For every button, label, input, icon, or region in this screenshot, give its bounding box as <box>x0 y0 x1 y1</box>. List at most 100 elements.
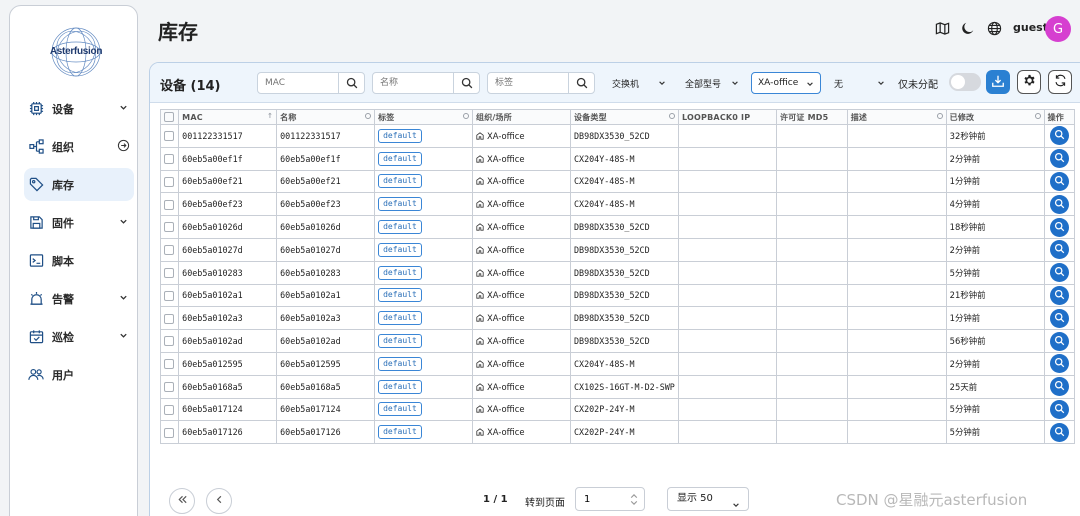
row-checkbox[interactable] <box>164 245 174 256</box>
view-details-button[interactable] <box>1049 331 1069 351</box>
tag-badge[interactable]: default <box>378 425 422 440</box>
row-checkbox[interactable] <box>164 313 174 324</box>
view-details-button[interactable] <box>1049 126 1069 146</box>
sidebar-item-inspection[interactable]: 巡检 <box>24 320 134 353</box>
column-header-tag[interactable]: 标签 <box>374 109 474 125</box>
view-details-button[interactable] <box>1049 171 1069 191</box>
venue-name[interactable]: XA-office <box>487 222 524 232</box>
model-select[interactable]: 全部型号 <box>679 72 745 94</box>
venue-name[interactable]: XA-office <box>487 404 524 414</box>
tag-badge[interactable]: default <box>378 197 422 212</box>
venue-name[interactable]: XA-office <box>487 176 524 186</box>
view-details-button[interactable] <box>1049 194 1069 214</box>
column-header-mac[interactable]: MAC ↑ <box>178 109 278 125</box>
venue-name[interactable]: XA-office <box>487 245 524 255</box>
row-checkbox[interactable] <box>164 267 174 278</box>
table-row[interactable]: 60eb5a00ef21 60eb5a00ef21 default XA-office… <box>159 169 1076 194</box>
row-checkbox[interactable] <box>164 290 174 301</box>
view-details-button[interactable] <box>1049 285 1069 305</box>
moon-icon[interactable] <box>960 20 976 36</box>
column-header-type[interactable]: 设备类型 <box>569 109 680 125</box>
tag-search-input[interactable] <box>488 73 568 93</box>
sort-icon[interactable] <box>669 113 676 119</box>
tag-badge[interactable]: default <box>378 242 422 257</box>
venue-name[interactable]: XA-office <box>487 313 524 323</box>
tag-badge[interactable]: default <box>378 128 422 143</box>
sort-icon[interactable] <box>365 113 372 119</box>
view-details-button[interactable] <box>1049 354 1069 374</box>
table-row[interactable]: 60eb5a010283 60eb5a010283 default XA-office… <box>159 260 1076 285</box>
asterfusion-logo[interactable]: Asterfusion <box>48 24 104 80</box>
view-details-button[interactable] <box>1049 399 1069 419</box>
search-icon[interactable] <box>338 73 364 93</box>
tag-badge[interactable]: default <box>378 265 422 280</box>
sort-icon[interactable] <box>936 113 943 119</box>
tag-badge[interactable]: default <box>378 151 422 166</box>
tag-badge[interactable]: default <box>378 334 422 349</box>
table-row[interactable]: 60eb5a00ef1f 60eb5a00ef1f default XA-office… <box>159 146 1076 171</box>
stepper-icon[interactable] <box>630 492 638 510</box>
row-checkbox[interactable] <box>164 336 174 347</box>
tag-badge[interactable]: default <box>378 220 422 235</box>
venue-name[interactable]: XA-office <box>487 336 524 346</box>
table-row[interactable]: 60eb5a017124 60eb5a017124 default XA-office… <box>159 397 1076 422</box>
column-header-name[interactable]: 名称 <box>276 109 376 125</box>
column-header-description[interactable]: 描述 <box>846 109 947 125</box>
settings-button[interactable] <box>1017 70 1041 94</box>
map-icon[interactable] <box>934 20 950 36</box>
column-header-license[interactable]: 许可证 MD5 <box>776 109 848 125</box>
view-details-button[interactable] <box>1049 422 1069 442</box>
device-type-select[interactable]: 交换机 <box>606 72 672 94</box>
row-checkbox[interactable] <box>164 381 174 392</box>
mac-search-input[interactable] <box>258 73 338 93</box>
venue-name[interactable]: XA-office <box>487 359 524 369</box>
search-icon[interactable] <box>568 73 594 93</box>
row-checkbox[interactable] <box>164 131 174 142</box>
row-checkbox[interactable] <box>164 359 174 370</box>
view-details-button[interactable] <box>1049 377 1069 397</box>
name-search-input[interactable] <box>373 73 453 93</box>
table-row[interactable]: 60eb5a01027d 60eb5a01027d default XA-office… <box>159 237 1076 262</box>
avatar[interactable]: G <box>1045 16 1071 42</box>
page-number-input[interactable] <box>576 488 628 510</box>
prev-page-button[interactable] <box>206 488 232 514</box>
page-size-select[interactable]: 显示 50 <box>667 487 749 511</box>
view-details-button[interactable] <box>1049 217 1069 237</box>
table-row[interactable]: 60eb5a0102a3 60eb5a0102a3 default XA-office… <box>159 306 1076 331</box>
tag-badge[interactable]: default <box>378 174 422 189</box>
table-row[interactable]: 60eb5a0102a1 60eb5a0102a1 default XA-office… <box>159 283 1076 308</box>
column-header-modified[interactable]: 已修改 <box>945 109 1045 125</box>
view-details-button[interactable] <box>1049 149 1069 169</box>
tag-badge[interactable]: default <box>378 311 422 326</box>
tag-badge[interactable]: default <box>378 356 422 371</box>
row-checkbox[interactable] <box>164 404 174 415</box>
view-details-button[interactable] <box>1049 308 1069 328</box>
table-row[interactable]: 001122331517 001122331517 default XA-office… <box>159 124 1076 148</box>
sidebar-item-inventory[interactable]: 库存 <box>24 168 134 201</box>
select-all-checkbox[interactable] <box>164 112 174 122</box>
row-checkbox[interactable] <box>164 153 174 164</box>
table-row[interactable]: 60eb5a00ef23 60eb5a00ef23 default XA-office… <box>159 192 1076 217</box>
row-checkbox[interactable] <box>164 176 174 187</box>
view-details-button[interactable] <box>1049 263 1069 283</box>
unassigned-only-toggle[interactable] <box>949 73 981 91</box>
view-details-button[interactable] <box>1049 240 1069 260</box>
sort-icon[interactable] <box>463 113 470 119</box>
venue-name[interactable]: XA-office <box>487 382 524 392</box>
sidebar-item-scripts[interactable]: 脚本 <box>24 244 134 277</box>
row-checkbox[interactable] <box>164 222 174 233</box>
table-row[interactable]: 60eb5a017126 60eb5a017126 default XA-office… <box>159 420 1076 445</box>
venue-name[interactable]: XA-office <box>487 290 524 300</box>
venue-name[interactable]: XA-office <box>487 131 524 141</box>
table-row[interactable]: 60eb5a0102ad 60eb5a0102ad default XA-office… <box>159 329 1076 353</box>
venue-name[interactable]: XA-office <box>487 427 524 437</box>
column-header-loopback[interactable]: LOOPBACK0 IP <box>678 109 777 125</box>
venue-name[interactable]: XA-office <box>487 154 524 164</box>
tag-badge[interactable]: default <box>378 288 422 303</box>
first-page-button[interactable] <box>169 488 195 514</box>
row-checkbox[interactable] <box>164 199 174 210</box>
sidebar-item-firmware[interactable]: 固件 <box>24 206 134 239</box>
tag-badge[interactable]: default <box>378 402 422 417</box>
venue-name[interactable]: XA-office <box>487 199 524 209</box>
status-select[interactable]: 无 <box>828 72 891 94</box>
